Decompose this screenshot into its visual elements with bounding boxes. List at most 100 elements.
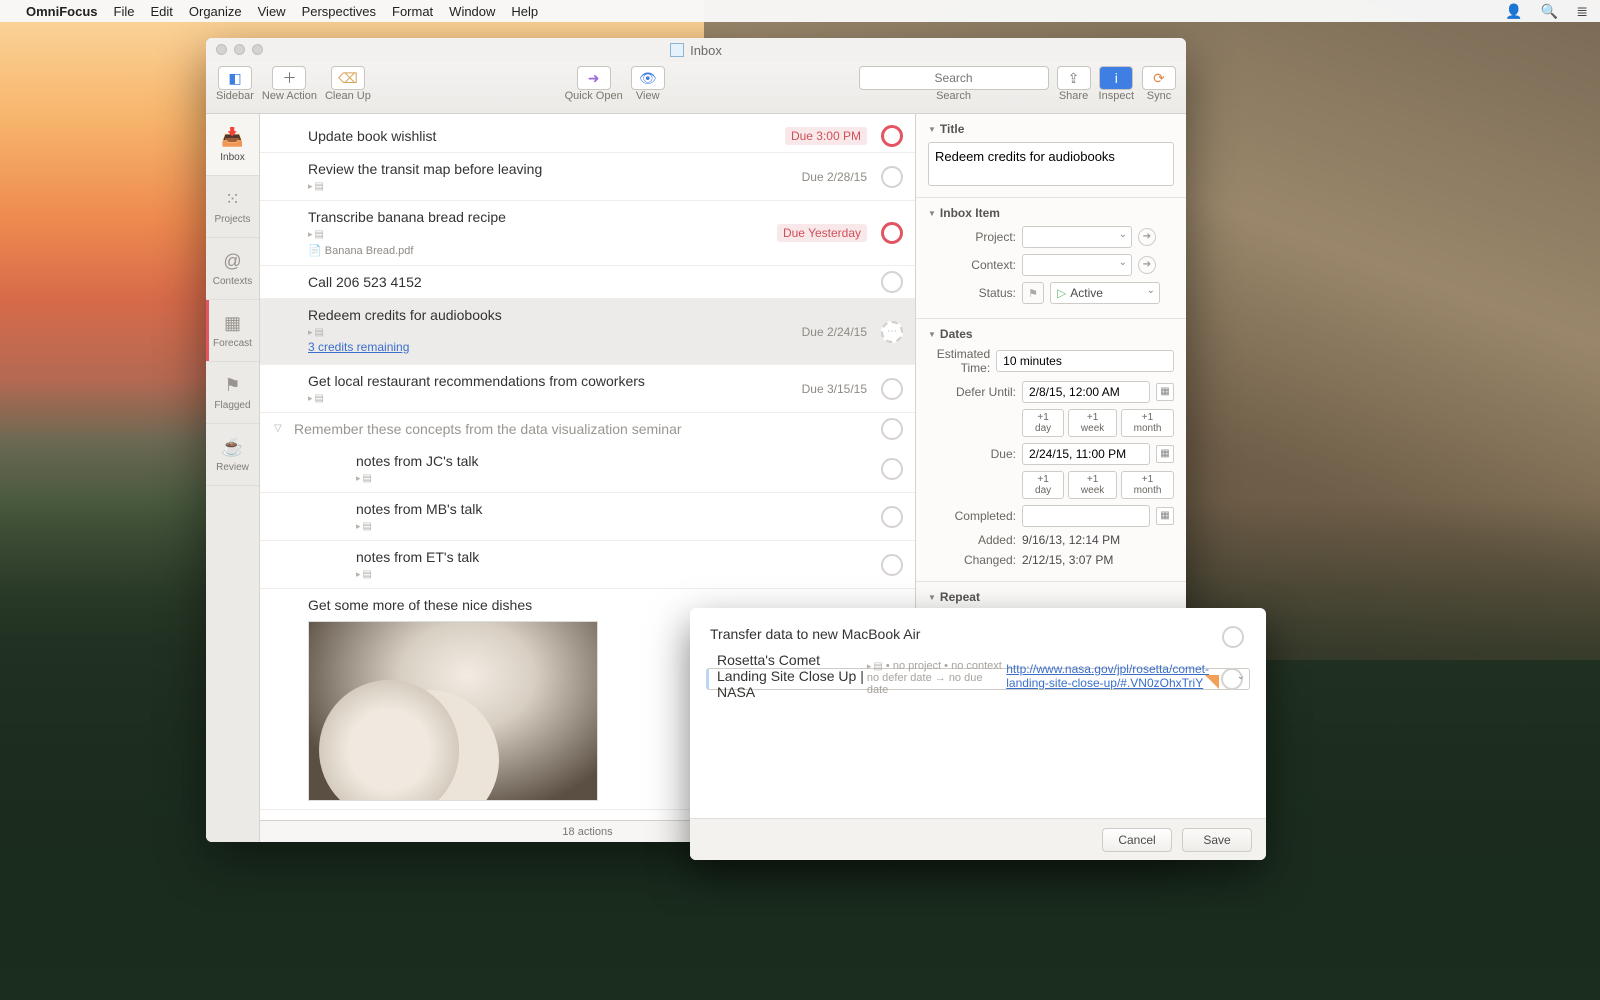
task-row[interactable]: Call 206 523 4152 [260,266,915,299]
task-row[interactable]: Get local restaurant recommendations fro… [260,365,915,413]
task-row[interactable]: notes from ET's talk [260,541,915,589]
task-status-circle[interactable] [881,554,903,576]
toolbar-clean-up[interactable]: ⌫Clean Up [325,66,371,102]
goto-project-icon[interactable]: ➔ [1138,228,1156,246]
sidebar-item-projects[interactable]: ⁙Projects [206,176,259,238]
note-icon[interactable] [356,521,372,532]
task-title: Transfer data to new MacBook Air [710,626,1210,642]
defer-plus-month[interactable]: +1 month [1121,409,1174,437]
task-status-circle[interactable] [881,506,903,528]
sidebar-item-forecast[interactable]: ▦Forecast [206,300,259,362]
task-status-circle[interactable] [1222,626,1244,648]
task-row[interactable]: Review the transit map before leavingDue… [260,153,915,201]
inspector-estimated-field[interactable] [996,350,1174,372]
task-status-circle[interactable] [881,166,903,188]
due-plus-day[interactable]: +1 day [1022,471,1064,499]
task-status-circle[interactable] [881,125,903,147]
menu-help[interactable]: Help [511,4,538,19]
task-status-circle[interactable] [881,271,903,293]
task-row[interactable]: Transcribe banana bread recipe📄 Banana B… [260,201,915,266]
contexts-icon: @ [223,251,241,272]
task-row[interactable]: Update book wishlistDue 3:00 PM [260,120,915,153]
inspector-project-select[interactable] [1022,226,1132,248]
review-icon: ☕ [221,437,243,458]
calendar-icon[interactable]: ▦ [1156,507,1174,525]
window-title: Inbox [690,43,722,58]
toolbar-quick-open[interactable]: ➜Quick Open [565,66,623,102]
task-link[interactable]: 3 credits remaining [308,340,409,354]
sidebar-item-flagged[interactable]: ⚑Flagged [206,362,259,424]
inspector-section-title[interactable]: Title [928,122,1174,136]
spotlight-icon[interactable]: 🔍 [1541,3,1558,20]
task-row[interactable]: Redeem credits for audiobooks3 credits r… [260,299,915,365]
toolbar-search[interactable]: Search [859,66,1049,102]
save-button[interactable]: Save [1182,828,1252,852]
sidebar-item-inbox[interactable]: 📥Inbox [206,114,259,176]
task-status-circle[interactable]: ⋯ [881,321,903,343]
menu-edit[interactable]: Edit [150,4,172,19]
inspector-context-select[interactable] [1022,254,1132,276]
note-icon[interactable] [308,229,324,240]
sidebar-item-contexts[interactable]: @Contexts [206,238,259,300]
task-row[interactable]: notes from JC's talk [260,445,915,493]
due-plus-month[interactable]: +1 month [1121,471,1174,499]
menu-window[interactable]: Window [449,4,495,19]
task-attachment[interactable]: 📄 Banana Bread.pdf [308,244,903,257]
calendar-icon[interactable]: ▦ [1156,445,1174,463]
inspector-added-value: 9/16/13, 12:14 PM [1022,533,1174,547]
inspector-defer-field[interactable] [1022,381,1150,403]
inspector-flag-toggle[interactable]: ⚑ [1022,282,1044,304]
note-icon[interactable] [308,181,324,192]
user-icon[interactable]: 👤 [1505,3,1522,20]
menu-format[interactable]: Format [392,4,433,19]
quick-entry-row[interactable]: Rosetta's Comet Landing Site Close Up | … [706,668,1250,690]
notifications-icon[interactable]: ≣ [1576,3,1588,20]
sidebar-item-review[interactable]: ☕Review [206,424,259,486]
task-row[interactable]: notes from MB's talk [260,493,915,541]
task-status-circle[interactable] [881,378,903,400]
toolbar-inspect[interactable]: iInspect [1099,66,1134,102]
toolbar-sidebar[interactable]: ◧Sidebar [216,66,254,102]
task-title: Call 206 523 4152 [308,274,903,290]
inspector-due-field[interactable] [1022,443,1150,465]
toolbar-sync[interactable]: ⟳Sync [1142,66,1176,102]
toolbar-share[interactable]: ⇪Share [1057,66,1091,102]
task-attachment-image[interactable] [308,621,598,801]
calendar-icon[interactable]: ▦ [1156,383,1174,401]
note-icon[interactable] [308,393,324,404]
menu-perspectives[interactable]: Perspectives [302,4,376,19]
inspector-section-repeat[interactable]: Repeat [928,590,1174,604]
disclosure-icon[interactable]: ▽ [274,423,282,434]
inspector-section-item[interactable]: Inbox Item [928,206,1174,220]
quick-entry-row[interactable]: Transfer data to new MacBook Air [706,622,1250,652]
menu-view[interactable]: View [258,4,286,19]
search-input[interactable] [859,66,1049,90]
inspector-title-field[interactable] [928,142,1174,186]
inspector-status-select[interactable]: ▷Active [1050,282,1160,304]
due-plus-week[interactable]: +1 week [1068,471,1117,499]
toolbar-view[interactable]: 👁View [631,66,665,102]
note-icon[interactable] [356,569,372,580]
app-name[interactable]: OmniFocus [26,4,98,19]
note-icon[interactable] [308,327,324,338]
note-icon[interactable] [356,473,372,484]
task-link[interactable]: http://www.nasa.gov/jpl/rosetta/comet-la… [1006,662,1209,690]
menu-file[interactable]: File [114,4,135,19]
traffic-lights[interactable] [216,44,263,55]
task-title: notes from JC's talk [356,453,903,469]
toolbar-new-action[interactable]: ＋New Action [262,66,317,102]
menu-organize[interactable]: Organize [189,4,242,19]
defer-plus-week[interactable]: +1 week [1068,409,1117,437]
task-status-circle[interactable] [881,222,903,244]
task-status-circle[interactable] [881,458,903,480]
inspector-section-dates[interactable]: Dates [928,327,1174,341]
task-status-circle[interactable] [1221,668,1243,690]
task-group-header[interactable]: ▽Remember these concepts from the data v… [260,413,915,445]
cancel-button[interactable]: Cancel [1102,828,1172,852]
defer-plus-day[interactable]: +1 day [1022,409,1064,437]
note-icon[interactable] [867,661,883,672]
goto-context-icon[interactable]: ➔ [1138,256,1156,274]
task-status-circle[interactable] [881,418,903,440]
window-proxy-icon [670,43,684,57]
inspector-completed-field[interactable] [1022,505,1150,527]
